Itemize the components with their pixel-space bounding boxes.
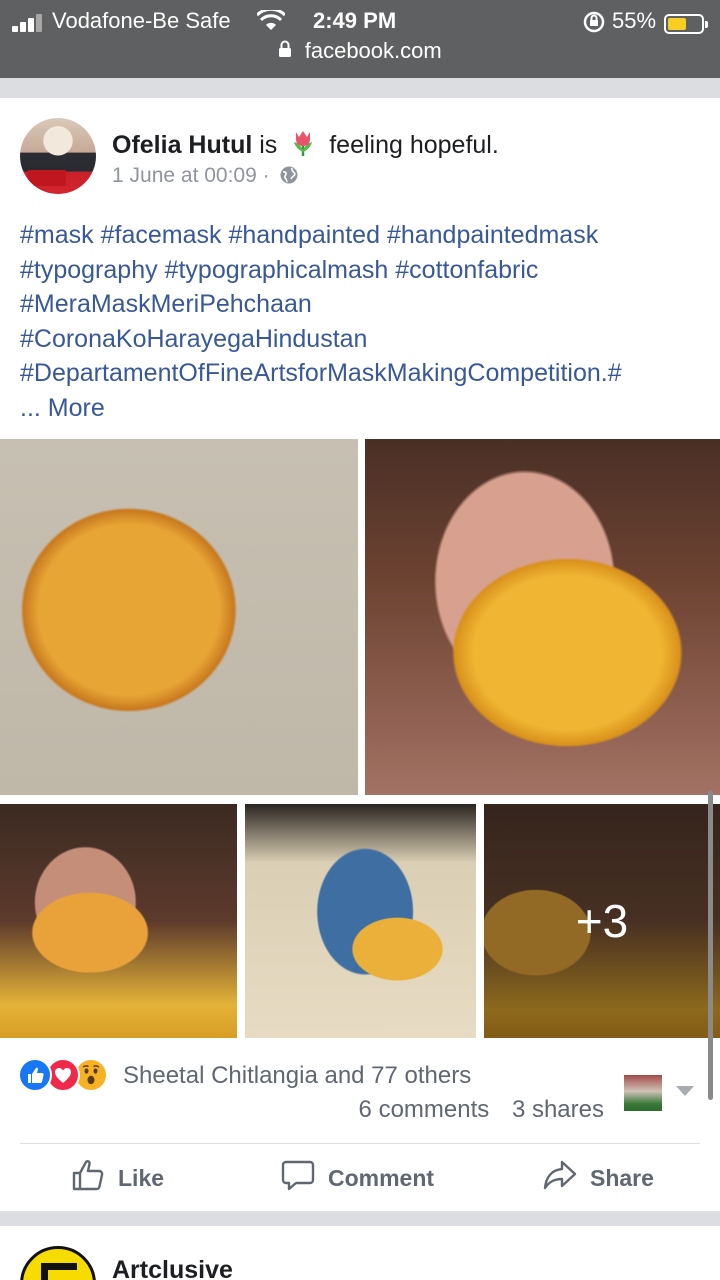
shares-count[interactable]: 3 shares xyxy=(512,1096,604,1123)
comment-button[interactable]: Comment xyxy=(280,1156,434,1200)
comment-label: Comment xyxy=(328,1164,435,1191)
hashtag-link[interactable]: #handpaintedmask xyxy=(387,221,598,249)
hashtag-link[interactable]: #facemask xyxy=(101,221,222,249)
battery-icon xyxy=(664,14,708,34)
status-bar: Vodafone-Be Safe 2:49 PM 55% facebook.co… xyxy=(0,0,720,78)
like-label: Like xyxy=(118,1164,165,1191)
post-photo-5[interactable]: +3 xyxy=(484,804,720,1038)
share-as-avatar[interactable] xyxy=(624,1075,662,1111)
rotation-lock-icon xyxy=(582,10,606,39)
stop-covid-badge xyxy=(28,170,66,186)
like-button[interactable]: Like xyxy=(70,1156,164,1200)
post-timestamp[interactable]: 1 June at 00:09 · xyxy=(112,164,299,191)
share-button[interactable]: Share xyxy=(542,1156,654,1200)
feeling-text[interactable]: feeling hopeful. xyxy=(329,131,499,159)
wifi-icon xyxy=(255,7,287,37)
next-feed-post: Artclusive xyxy=(0,1226,720,1280)
post-actions: Like Comment Share xyxy=(0,1146,720,1210)
share-label: Share xyxy=(590,1164,654,1191)
author-name[interactable]: Ofelia Hutul xyxy=(112,131,252,159)
post-photo-2[interactable] xyxy=(365,439,720,795)
like-reaction-icon xyxy=(18,1058,52,1092)
reactors-text[interactable]: Sheetal Chitlangia and 77 others xyxy=(123,1062,471,1090)
chevron-down-icon[interactable] xyxy=(676,1086,694,1096)
hashtag-link[interactable]: #handpainted xyxy=(228,221,380,249)
timestamp-text: 1 June at 00:09 · xyxy=(112,164,270,187)
engagement-counts: 6 comments 3 shares xyxy=(343,1096,604,1124)
globe-icon xyxy=(279,165,299,191)
thumbs-up-icon xyxy=(70,1157,118,1199)
author-avatar[interactable] xyxy=(20,118,96,194)
feed-post: Ofelia Hutul is feeling hopeful. 1 June … xyxy=(0,98,720,1211)
feed-separator xyxy=(0,78,720,98)
divider xyxy=(20,1143,700,1144)
post-photo-4[interactable] xyxy=(245,804,476,1038)
lock-icon xyxy=(278,40,292,63)
hashtag-link[interactable]: #DepartamentOfFineArtsforMaskMakingCompe… xyxy=(20,359,622,387)
post-header: Ofelia Hutul is feeling hopeful. xyxy=(112,128,499,160)
post-caption: #mask #facemask #handpainted #handpainte… xyxy=(20,218,710,425)
reaction-icons[interactable] xyxy=(18,1058,118,1092)
hashtag-link[interactable]: #cottonfabric xyxy=(395,256,538,284)
hashtag-link[interactable]: #mask xyxy=(20,221,94,249)
next-author-name[interactable]: Artclusive xyxy=(112,1256,233,1280)
next-author-avatar[interactable] xyxy=(20,1246,96,1280)
scrollbar[interactable] xyxy=(708,790,713,1100)
comment-icon xyxy=(280,1157,328,1199)
more-photos-count: +3 xyxy=(575,895,629,947)
clock: 2:49 PM xyxy=(313,8,397,33)
hashtag-link[interactable]: #typographicalmash xyxy=(165,256,389,284)
signal-icon xyxy=(12,14,48,32)
battery-percent: 55% xyxy=(612,8,657,33)
comments-count[interactable]: 6 comments xyxy=(359,1096,490,1123)
hashtag-link[interactable]: #typography xyxy=(20,256,158,284)
tulip-icon xyxy=(288,128,318,158)
url-text: facebook.com xyxy=(304,38,442,63)
is-text: is xyxy=(259,131,278,159)
hashtag-link[interactable]: #CoronaKoHarayegaHindustan xyxy=(20,325,367,353)
see-more-link[interactable]: ... More xyxy=(20,394,105,422)
post-photo-3[interactable] xyxy=(0,804,237,1038)
address-bar[interactable]: facebook.com xyxy=(0,38,720,68)
post-photo-1[interactable] xyxy=(0,439,358,795)
carrier-name: Vodafone-Be Safe xyxy=(52,8,231,33)
share-icon xyxy=(542,1157,590,1199)
hashtag-link[interactable]: #MeraMaskMeriPehchaan xyxy=(20,290,312,318)
